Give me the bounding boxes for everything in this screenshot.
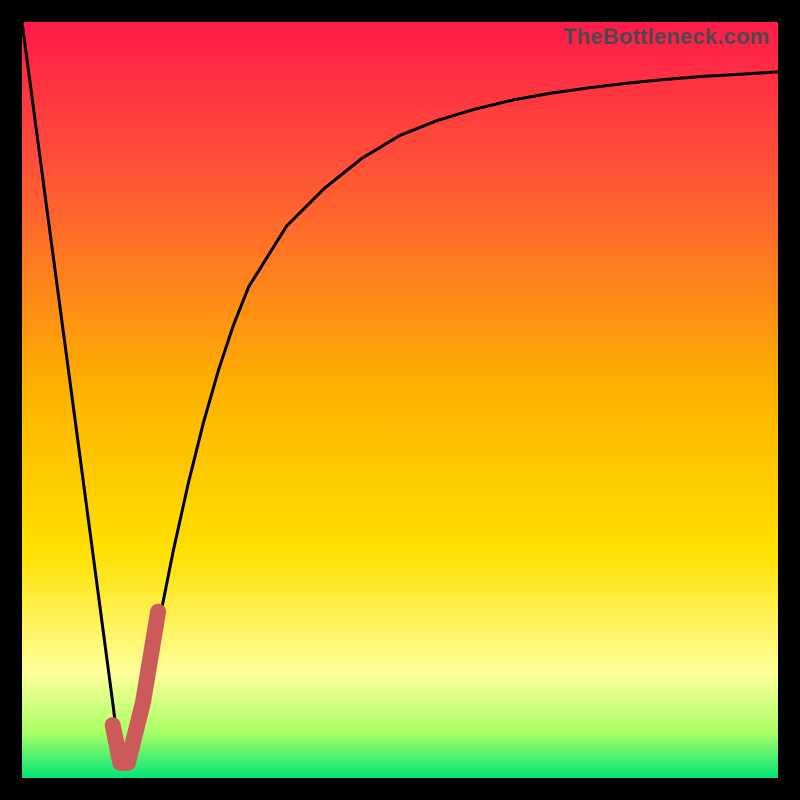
- chart-frame: TheBottleneck.com: [0, 0, 800, 800]
- chart-plot-area: TheBottleneck.com: [22, 22, 778, 778]
- chart-svg: [22, 22, 778, 778]
- watermark-text: TheBottleneck.com: [564, 24, 770, 50]
